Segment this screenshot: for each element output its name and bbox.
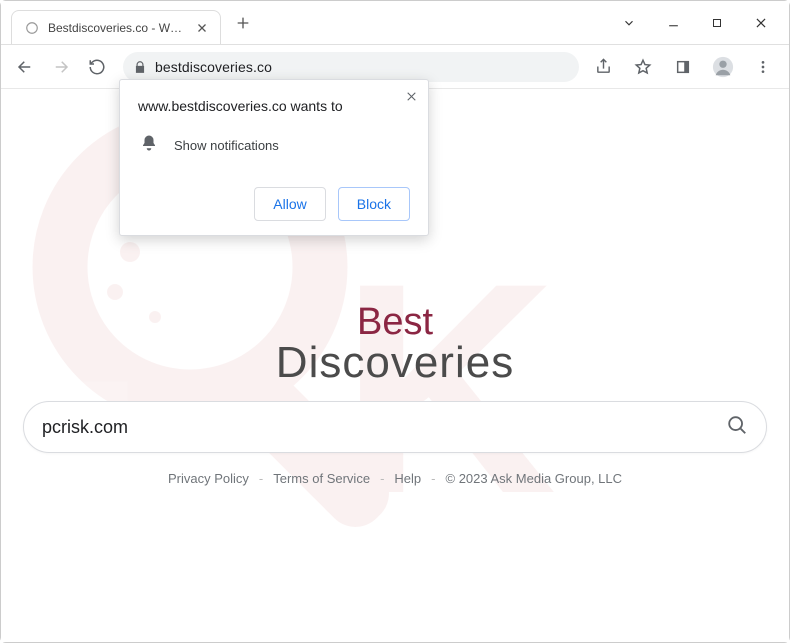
separator: - [431, 471, 435, 486]
footer-copyright: © 2023 Ask Media Group, LLC [446, 471, 623, 486]
permission-text: Show notifications [174, 138, 279, 153]
share-icon[interactable] [589, 53, 617, 81]
tab-favicon-icon [24, 20, 40, 36]
permission-buttons: Allow Block [138, 187, 410, 221]
popup-close-icon[interactable] [405, 90, 418, 108]
chevron-down-icon[interactable] [617, 11, 641, 35]
bell-icon [140, 134, 158, 157]
footer-help-link[interactable]: Help [394, 471, 421, 486]
search-box[interactable] [23, 401, 767, 453]
brand-line2: Discoveries [276, 338, 514, 388]
minimize-icon[interactable] [661, 11, 685, 35]
browser-tab[interactable]: Bestdiscoveries.co - What's Your [11, 10, 221, 44]
permission-popup: www.bestdiscoveries.co wants to Show not… [119, 79, 429, 236]
tab-title: Bestdiscoveries.co - What's Your [48, 21, 188, 35]
tab-close-icon[interactable] [196, 22, 208, 34]
separator: - [380, 471, 384, 486]
permission-title: www.bestdiscoveries.co wants to [138, 98, 410, 114]
tab-strip: Bestdiscoveries.co - What's Your [1, 1, 251, 44]
new-tab-icon[interactable] [235, 1, 251, 44]
reload-icon[interactable] [81, 51, 113, 83]
footer: Privacy Policy - Terms of Service - Help… [1, 471, 789, 486]
profile-icon[interactable] [709, 53, 737, 81]
url-text: bestdiscoveries.co [155, 59, 272, 75]
footer-privacy-link[interactable]: Privacy Policy [168, 471, 249, 486]
back-icon[interactable] [9, 51, 41, 83]
allow-button[interactable]: Allow [254, 187, 325, 221]
block-button[interactable]: Block [338, 187, 410, 221]
star-icon[interactable] [629, 53, 657, 81]
lock-icon [133, 60, 147, 74]
footer-terms-link[interactable]: Terms of Service [273, 471, 370, 486]
close-icon[interactable] [749, 11, 773, 35]
title-bar: Bestdiscoveries.co - What's Your [1, 1, 789, 45]
toolbar-right [589, 53, 781, 81]
panel-icon[interactable] [669, 53, 697, 81]
search-input[interactable] [42, 417, 726, 438]
forward-icon [45, 51, 77, 83]
permission-row: Show notifications [138, 134, 410, 157]
site-logo: Best Discoveries [276, 301, 514, 388]
separator: - [259, 471, 263, 486]
address-bar[interactable]: bestdiscoveries.co [123, 52, 579, 82]
search-icon[interactable] [726, 414, 748, 441]
menu-dots-icon[interactable] [749, 53, 777, 81]
window-controls [617, 1, 789, 44]
maximize-icon[interactable] [705, 11, 729, 35]
